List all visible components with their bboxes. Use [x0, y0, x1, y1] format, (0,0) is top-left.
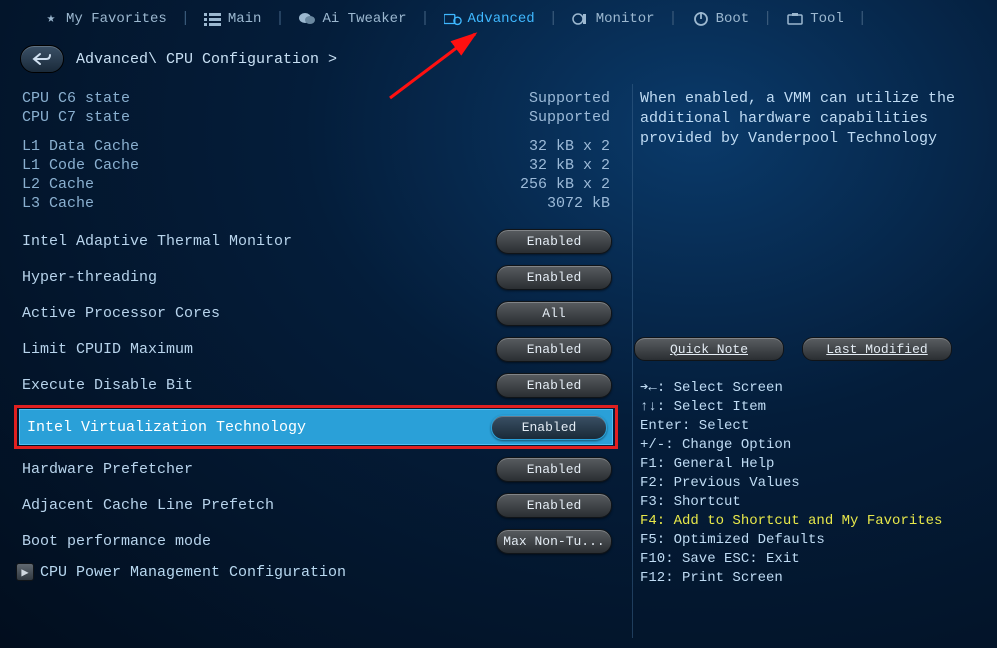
setting-label: Active Processor Cores: [22, 305, 220, 322]
option-button[interactable]: All: [496, 301, 612, 326]
info-row-c7: CPU C7 stateSupported: [22, 108, 610, 127]
option-button[interactable]: Enabled: [496, 493, 612, 518]
option-button[interactable]: Enabled: [491, 415, 607, 440]
setting-boot-perf-mode[interactable]: Boot performance mode Max Non-Tu...: [14, 523, 618, 559]
nav-label: Ai Tweaker: [322, 11, 406, 27]
key-hint: ➔←: Select Screen: [640, 379, 982, 398]
setting-hyper-threading[interactable]: Hyper-threading Enabled: [14, 259, 618, 295]
nav-label: Boot: [716, 11, 750, 27]
nav-ai-tweaker[interactable]: Ai Tweaker: [286, 11, 418, 27]
key-hint: F3: Shortcut: [640, 493, 982, 512]
setting-label: Intel Virtualization Technology: [27, 419, 306, 436]
panel-divider: [632, 84, 633, 638]
nav-my-favorites[interactable]: ★ My Favorites: [30, 11, 179, 27]
key-hint: F1: General Help: [640, 455, 982, 474]
key-hint: F12: Print Screen: [640, 569, 982, 588]
highlight-annotation: Intel Virtualization Technology Enabled: [14, 405, 618, 449]
nav-tool[interactable]: Tool: [774, 11, 856, 27]
nav-separator: |: [181, 10, 190, 27]
setting-hardware-prefetcher[interactable]: Hardware Prefetcher Enabled: [14, 451, 618, 487]
settings-panel: CPU C6 stateSupported CPU C7 stateSuppor…: [14, 87, 618, 588]
key-hint: F10: Save ESC: Exit: [640, 550, 982, 569]
help-text: When enabled, a VMM can utilize the addi…: [634, 87, 982, 165]
top-nav: ★ My Favorites | Main | Ai Tweaker | Adv…: [0, 0, 997, 35]
list-icon: [204, 11, 222, 27]
option-button[interactable]: Enabled: [496, 265, 612, 290]
option-button[interactable]: Enabled: [496, 229, 612, 254]
setting-label: Limit CPUID Maximum: [22, 341, 193, 358]
submenu-label: CPU Power Management Configuration: [40, 564, 346, 581]
nav-separator: |: [763, 10, 772, 27]
option-button[interactable]: Enabled: [496, 337, 612, 362]
nav-separator: |: [858, 10, 867, 27]
setting-adjacent-cache[interactable]: Adjacent Cache Line Prefetch Enabled: [14, 487, 618, 523]
back-button[interactable]: [20, 45, 64, 73]
nav-label: Monitor: [596, 11, 655, 27]
nav-monitor[interactable]: Monitor: [560, 11, 667, 27]
setting-label: Hyper-threading: [22, 269, 157, 286]
key-hint: F2: Previous Values: [640, 474, 982, 493]
nav-label: Main: [228, 11, 262, 27]
setting-label: Execute Disable Bit: [22, 377, 193, 394]
setting-adaptive-thermal[interactable]: Intel Adaptive Thermal Monitor Enabled: [14, 223, 618, 259]
nav-separator: |: [549, 10, 558, 27]
key-hint: ↑↓: Select Item: [640, 398, 982, 417]
key-legend: ➔←: Select Screen ↑↓: Select Item Enter:…: [634, 379, 982, 588]
breadcrumb-row: Advanced\ CPU Configuration >: [0, 35, 997, 83]
key-hint: Enter: Select: [640, 417, 982, 436]
star-icon: ★: [42, 11, 60, 27]
last-modified-button[interactable]: Last Modified: [802, 337, 952, 361]
key-hint: +/-: Change Option: [640, 436, 982, 455]
back-arrow-icon: [32, 52, 52, 66]
help-panel: When enabled, a VMM can utilize the addi…: [630, 87, 982, 588]
setting-label: Adjacent Cache Line Prefetch: [22, 497, 274, 514]
nav-boot[interactable]: Boot: [680, 11, 762, 27]
nav-separator: |: [669, 10, 678, 27]
option-button[interactable]: Max Non-Tu...: [496, 529, 612, 554]
option-button[interactable]: Enabled: [496, 373, 612, 398]
setting-label: Boot performance mode: [22, 533, 211, 550]
chat-icon: [298, 11, 316, 27]
info-row-l3: L3 Cache3072 kB: [22, 194, 610, 213]
submenu-cpu-power-mgmt[interactable]: ▶ CPU Power Management Configuration: [14, 559, 618, 585]
setting-active-cores[interactable]: Active Processor Cores All: [14, 295, 618, 331]
breadcrumb: Advanced\ CPU Configuration >: [76, 51, 337, 68]
setting-label: Intel Adaptive Thermal Monitor: [22, 233, 292, 250]
submenu-arrow-icon: ▶: [16, 563, 34, 581]
nav-label: Tool: [810, 11, 844, 27]
nav-main[interactable]: Main: [192, 11, 274, 27]
key-hint: F5: Optimized Defaults: [640, 531, 982, 550]
setting-limit-cpuid[interactable]: Limit CPUID Maximum Enabled: [14, 331, 618, 367]
info-row-c6: CPU C6 stateSupported: [22, 89, 610, 108]
tool-icon: [786, 11, 804, 27]
nav-separator: |: [420, 10, 429, 27]
setting-execute-disable[interactable]: Execute Disable Bit Enabled: [14, 367, 618, 403]
key-hint-highlight: F4: Add to Shortcut and My Favorites: [640, 512, 982, 531]
nav-label: My Favorites: [66, 11, 167, 27]
nav-advanced[interactable]: Advanced: [432, 11, 547, 27]
nav-separator: |: [275, 10, 284, 27]
advanced-icon: [444, 11, 462, 27]
nav-label: Advanced: [468, 11, 535, 27]
setting-intel-virtualization[interactable]: Intel Virtualization Technology Enabled: [19, 409, 613, 445]
info-row-l2: L2 Cache256 kB x 2: [22, 175, 610, 194]
info-row-l1c: L1 Code Cache32 kB x 2: [22, 156, 610, 175]
power-icon: [692, 11, 710, 27]
setting-label: Hardware Prefetcher: [22, 461, 193, 478]
option-button[interactable]: Enabled: [496, 457, 612, 482]
quick-note-button[interactable]: Quick Note: [634, 337, 784, 361]
info-row-l1d: L1 Data Cache32 kB x 2: [22, 137, 610, 156]
monitor-icon: [572, 11, 590, 27]
